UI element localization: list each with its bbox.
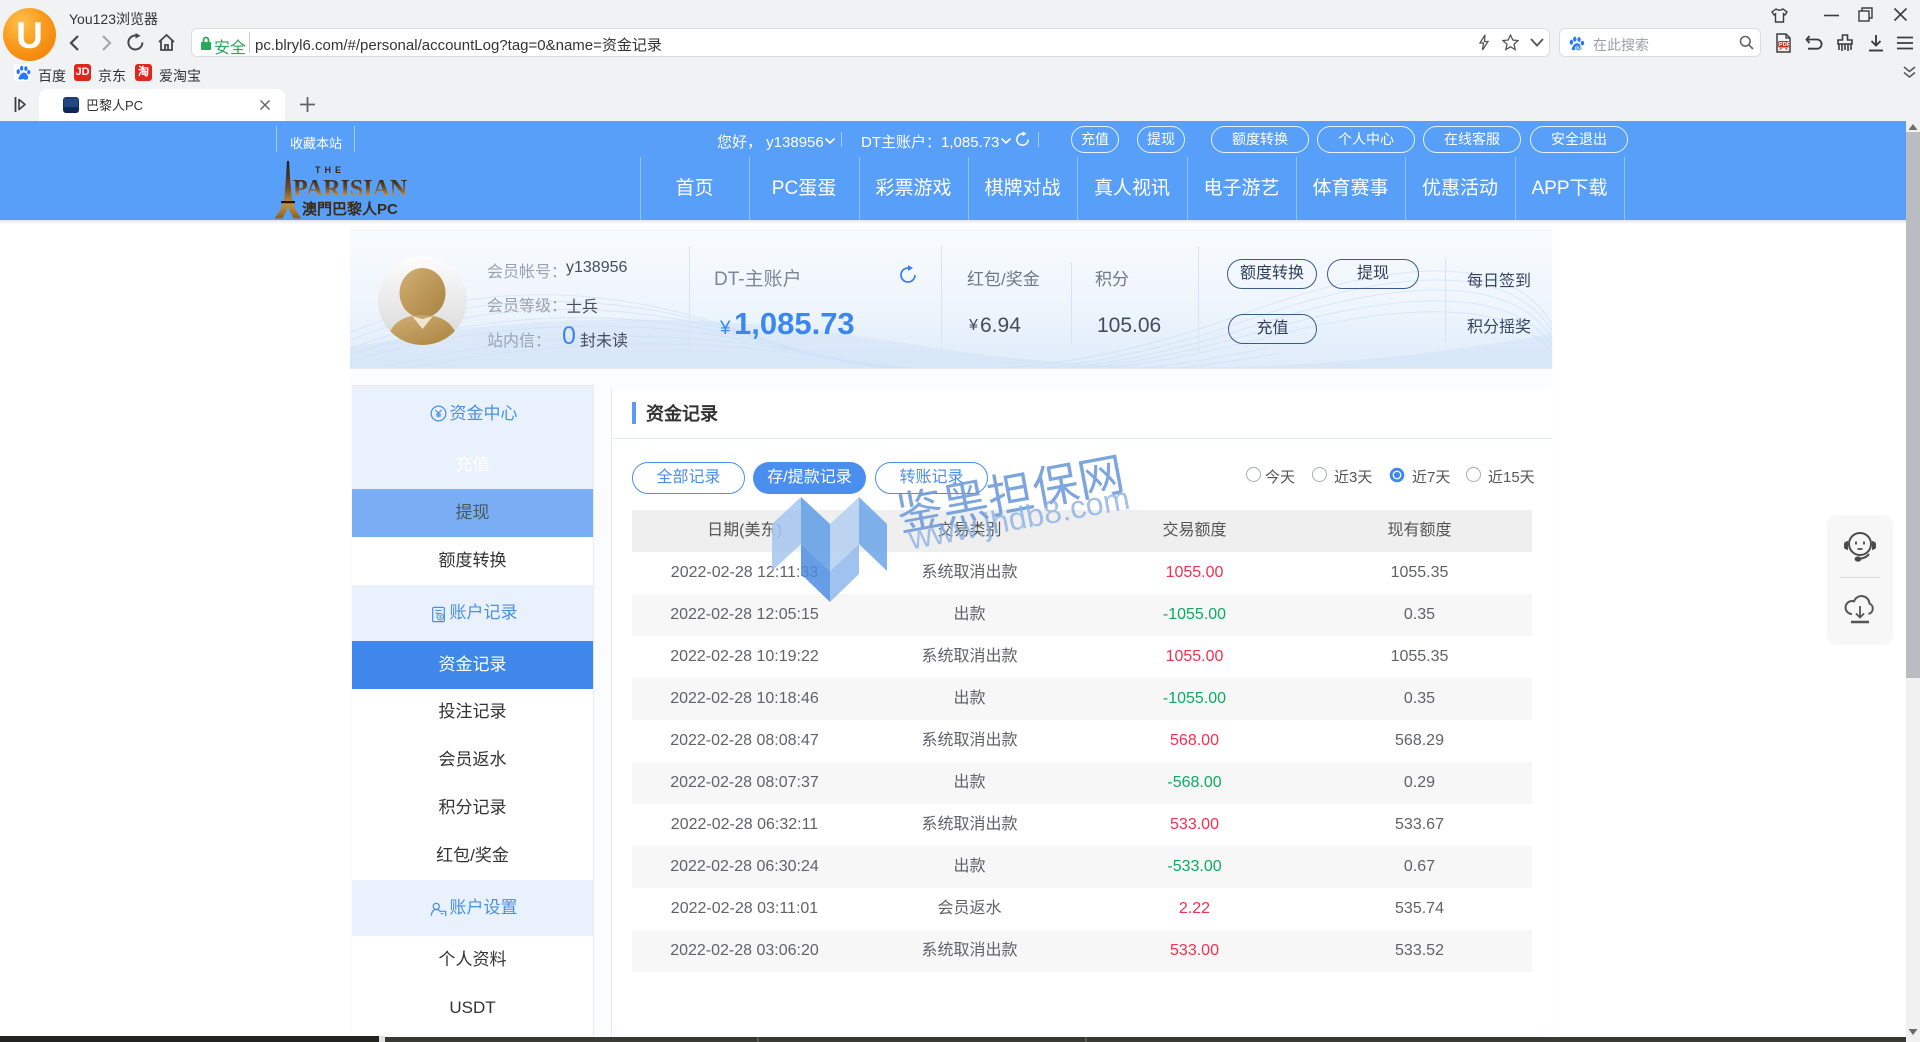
- svg-text:PARISIAN: PARISIAN: [293, 176, 408, 202]
- svg-text:PDF: PDF: [1779, 42, 1790, 48]
- svg-text:澳門巴黎人PC: 澳門巴黎人PC: [302, 200, 398, 218]
- svg-text:du: du: [1575, 45, 1581, 51]
- svg-text:THE: THE: [315, 165, 345, 175]
